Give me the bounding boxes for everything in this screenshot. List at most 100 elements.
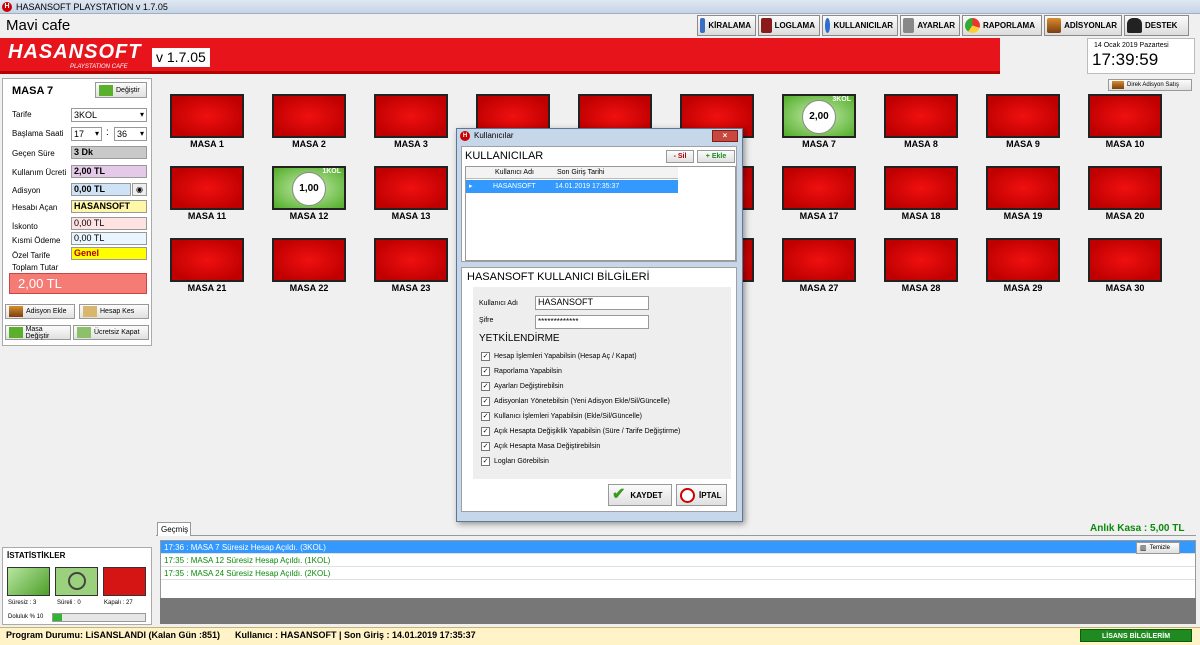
fill-label: Doluluk % 10 [8, 614, 44, 620]
table-label: MASA 28 [901, 283, 941, 293]
table-label: MASA 23 [391, 283, 431, 293]
table-closed-indicator [272, 238, 346, 282]
kullanicilar-button[interactable]: KULLANICILAR [822, 15, 898, 36]
permission-checkbox[interactable]: ✓ Açık Hesapta Masa Değiştirebilsin [481, 439, 726, 454]
password-input[interactable]: ************* [535, 315, 649, 329]
permission-checkbox[interactable]: ✓ Kullanıcı İşlemleri Yapabilsin (Ekle/Si… [481, 409, 726, 424]
permission-checkbox[interactable]: ✓ Logları Görebilsin [481, 454, 726, 469]
ayarlar-button[interactable]: AYARLAR [900, 15, 960, 36]
table-tile[interactable]: MASA 21 [168, 238, 246, 293]
table-tile[interactable]: MASA 3 [372, 94, 450, 149]
permission-checkbox[interactable]: ✓ Hesap İşlemleri Yapabilsin (Hesap Aç / … [481, 349, 726, 364]
checkbox-checked-icon: ✓ [481, 427, 490, 436]
table-tile[interactable]: MASA 19 [984, 166, 1062, 221]
table-closed-indicator [884, 166, 958, 210]
clear-history-button[interactable]: ▥ Temizle [1136, 542, 1180, 554]
raporlama-button[interactable]: RAPORLAMA [962, 15, 1042, 36]
table-tile[interactable]: MASA 30 [1086, 238, 1164, 293]
burger-icon [1112, 81, 1124, 89]
permission-checkbox[interactable]: ✓ Raporlama Yapabilsin [481, 364, 726, 379]
checkbox-checked-icon: ✓ [481, 382, 490, 391]
table-tile[interactable]: MASA 20 [1086, 166, 1164, 221]
add-adisyon-button[interactable]: Adisyon Ekle [5, 304, 75, 319]
timed-icon [55, 567, 98, 596]
adisyonlar-button[interactable]: ADİSYONLAR [1044, 15, 1122, 36]
table-tile[interactable]: MASA 18 [882, 166, 960, 221]
user-info-heading: HASANSOFT KULLANICI BİLGİLERİ [467, 271, 650, 283]
elapsed-label: Geçen Süre [12, 149, 55, 158]
close-bill-button[interactable]: Hesap Kes [79, 304, 149, 319]
table-closed-indicator [986, 238, 1060, 282]
table-closed-indicator [272, 94, 346, 138]
tarife-label: Tarife [12, 110, 32, 119]
permission-checkbox[interactable]: ✓ Ayarları Değiştirebilsin [481, 379, 726, 394]
username-input[interactable]: HASANSOFT [535, 296, 649, 310]
permission-checkbox[interactable]: ✓ Açık Hesapta Değişiklik Yapabilsin (Sür… [481, 424, 726, 439]
loglama-button[interactable]: LOGLAMA [758, 15, 820, 36]
table-tile[interactable]: MASA 17 [780, 166, 858, 221]
table-tile[interactable]: MASA 13 [372, 166, 450, 221]
table-tile[interactable]: 1KOL 1,00 MASA 12 [270, 166, 348, 221]
table-tile[interactable]: MASA 10 [1086, 94, 1164, 149]
user-icon [825, 18, 831, 33]
eye-icon[interactable]: ◉ [132, 183, 147, 196]
log-icon [761, 18, 772, 33]
table-tile[interactable]: MASA 1 [168, 94, 246, 149]
save-button[interactable]: ✔ KAYDET [608, 484, 672, 506]
table-tile[interactable]: MASA 8 [882, 94, 960, 149]
table-closed-indicator [374, 166, 448, 210]
permission-checkbox[interactable]: ✓ Adisyonları Yönetebilsin (Yeni Adisyon … [481, 394, 726, 409]
checkbox-checked-icon: ✓ [481, 397, 490, 406]
add-user-button[interactable]: + Ekle [697, 150, 735, 163]
table-tile[interactable]: MASA 22 [270, 238, 348, 293]
table-tile[interactable]: MASA 2 [270, 94, 348, 149]
log-line[interactable]: 17:35 : MASA 12 Süresiz Hesap Açıldı. (1… [161, 554, 1195, 567]
table-tile[interactable]: MASA 28 [882, 238, 960, 293]
header-banner [0, 38, 1000, 74]
table-closed-indicator [170, 166, 244, 210]
cancel-icon [680, 487, 695, 503]
checkbox-checked-icon: ✓ [481, 442, 490, 451]
table-tile[interactable]: 3KOL 2,00 MASA 7 [780, 94, 858, 149]
table-label: MASA 21 [187, 283, 227, 293]
table-label: MASA 19 [1003, 211, 1043, 221]
delete-user-button[interactable]: - Sil [666, 150, 694, 163]
start-minute-select[interactable]: 36 [114, 127, 147, 141]
table-tile[interactable]: MASA 11 [168, 166, 246, 221]
pie-chart-icon [965, 18, 980, 33]
change-table-button[interactable]: Değiştir [95, 82, 147, 98]
destek-button[interactable]: DESTEK [1124, 15, 1189, 36]
license-button[interactable]: LİSANS BİLGİLERİM [1080, 629, 1192, 642]
start-hour-select[interactable]: 17 [71, 127, 102, 141]
table-label: MASA 17 [799, 211, 839, 221]
dialog-close-button[interactable]: × [712, 130, 738, 142]
table-closed-indicator [170, 94, 244, 138]
users-heading: KULLANICILAR [465, 150, 544, 162]
table-tile[interactable]: MASA 9 [984, 94, 1062, 149]
permission-label: Hesap İşlemleri Yapabilsin (Hesap Aç / K… [494, 353, 637, 360]
cancel-button[interactable]: İPTAL [676, 484, 727, 506]
table-closed-indicator [782, 166, 856, 210]
free-close-button[interactable]: Ücretsiz Kapat [73, 325, 149, 340]
table-label: MASA 11 [187, 211, 227, 221]
table-tile[interactable]: MASA 27 [780, 238, 858, 293]
table-closed-indicator [1088, 166, 1162, 210]
phone-icon [1127, 18, 1142, 33]
table-tile[interactable]: MASA 23 [372, 238, 450, 293]
log-line[interactable]: 17:36 : MASA 7 Süresiz Hesap Açıldı. (3K… [161, 541, 1195, 554]
history-tab[interactable]: Geçmiş [157, 522, 191, 536]
move-table-button[interactable]: Masa Değiştir [5, 325, 71, 340]
closed-count: Kapalı : 27 [104, 600, 133, 606]
direct-sale-button[interactable]: Direk Adisyon Satış [1108, 79, 1192, 91]
partial-payment-input[interactable]: 0,00 TL [71, 232, 147, 245]
elapsed-value: 3 Dk [71, 146, 147, 159]
table-tile[interactable]: MASA 29 [984, 238, 1062, 293]
window-title: HASANSOFT PLAYSTATION v 1.7.05 [16, 2, 168, 12]
tarife-select[interactable]: 3KOL [71, 108, 147, 122]
log-line[interactable]: 17:35 : MASA 24 Süresiz Hesap Açıldı. (2… [161, 567, 1195, 580]
discount-input[interactable]: 0,00 TL [71, 217, 147, 230]
app-icon: H [2, 2, 12, 12]
kiralama-button[interactable]: KİRALAMA [697, 15, 756, 36]
table-tariff: 3KOL [832, 96, 851, 103]
table-tariff: 1KOL [322, 168, 341, 175]
